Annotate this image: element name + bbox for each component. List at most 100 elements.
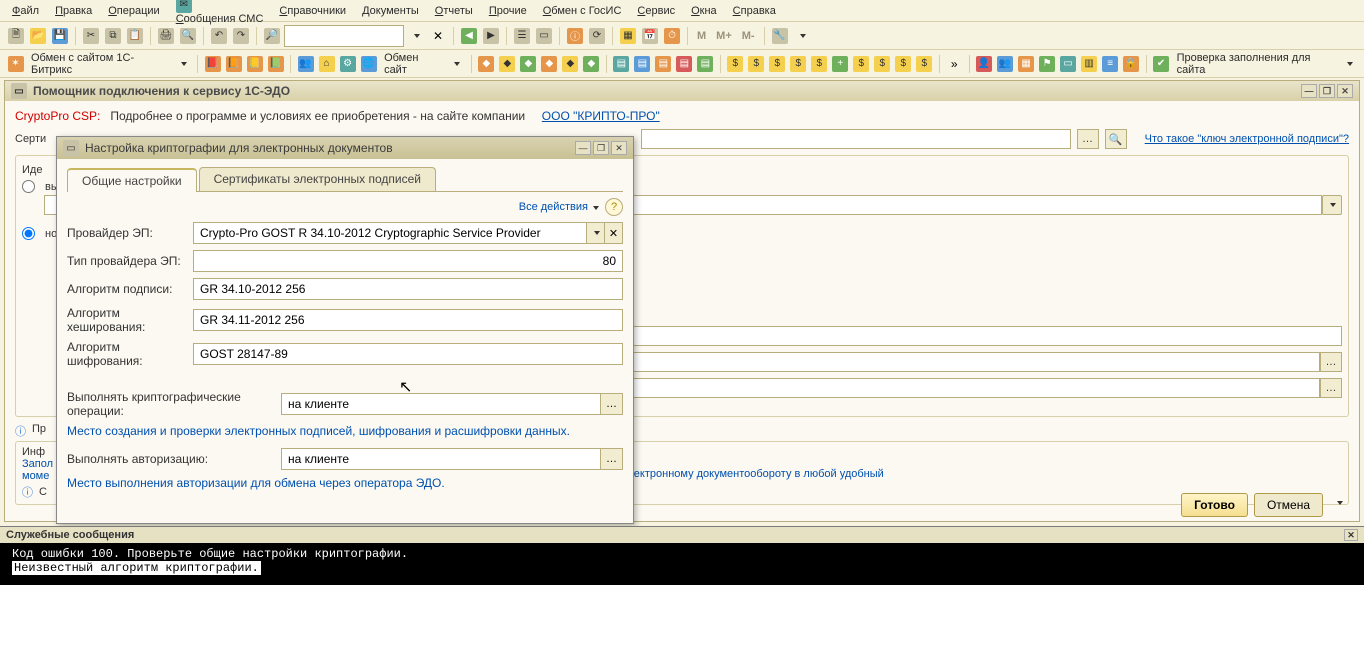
gear-icon[interactable]: ⚙: [338, 54, 357, 74]
fill-check-label[interactable]: Проверка заполнения для сайта: [1173, 52, 1338, 76]
money-icon-4[interactable]: $: [789, 54, 808, 74]
sign-algo-field[interactable]: [193, 278, 623, 300]
what-is-key-link[interactable]: Что такое "ключ электронной подписи"?: [1145, 133, 1349, 145]
book2-icon[interactable]: 📙: [224, 54, 243, 74]
menu-item-3[interactable]: ✉Сообщения СМС: [172, 0, 268, 27]
paste-icon[interactable]: 📋: [125, 26, 145, 46]
undo-icon[interactable]: ↶: [209, 26, 229, 46]
memory-m-label[interactable]: M: [693, 30, 710, 42]
doc-icon-5[interactable]: ▤: [696, 54, 715, 74]
money-icon-7[interactable]: $: [852, 54, 871, 74]
certificate-input[interactable]: [641, 129, 1071, 149]
event-icon[interactable]: ⏱: [662, 26, 682, 46]
people-icon[interactable]: 👥: [296, 54, 315, 74]
provider-input[interactable]: [200, 225, 580, 241]
maximize-button[interactable]: ❐: [1319, 84, 1335, 98]
menu-item-2[interactable]: Операции: [104, 3, 163, 19]
crypto-ops-field[interactable]: [281, 393, 601, 415]
certificate-browse-button[interactable]: …: [1077, 129, 1099, 149]
book3-icon[interactable]: 📒: [245, 54, 264, 74]
doc-icon-2[interactable]: ▤: [633, 54, 652, 74]
bitrix-label[interactable]: Обмен с сайтом 1С-Битрикс: [27, 52, 171, 76]
find-icon[interactable]: 🔎: [262, 26, 282, 46]
hash-algo-field[interactable]: [193, 309, 623, 331]
navigate-back-icon[interactable]: ◀: [459, 26, 479, 46]
enc-algo-input[interactable]: [200, 346, 616, 362]
settings-icon[interactable]: 🔧: [770, 26, 790, 46]
provider-clear-button[interactable]: ✕: [605, 222, 623, 244]
enc-algo-field[interactable]: [193, 343, 623, 365]
tree-icon[interactable]: ☰: [512, 26, 532, 46]
money-icon-10[interactable]: $: [915, 54, 934, 74]
menu-item-4[interactable]: Справочники: [275, 3, 350, 19]
money-icon-3[interactable]: $: [768, 54, 787, 74]
copy-icon[interactable]: ⧉: [103, 26, 123, 46]
tab-certificates[interactable]: Сертификаты электронных подписей: [199, 167, 436, 191]
memory-mminus-label[interactable]: M-: [738, 30, 759, 42]
certificate-search-button[interactable]: 🔍: [1105, 129, 1127, 149]
cancel-button[interactable]: Отмена: [1254, 493, 1323, 517]
radio-existing[interactable]: [22, 180, 35, 193]
flag-icon[interactable]: ⚑: [1038, 54, 1057, 74]
minimize-button[interactable]: —: [1301, 84, 1317, 98]
provider-field[interactable]: [193, 222, 587, 244]
menu-item-1[interactable]: Правка: [51, 3, 96, 19]
doc-icon-1[interactable]: ▤: [612, 54, 631, 74]
all-actions-link[interactable]: Все действия: [519, 201, 599, 213]
color-icon-1[interactable]: ◆: [477, 54, 496, 74]
ready-button[interactable]: Готово: [1181, 493, 1248, 517]
tab-general[interactable]: Общие настройки: [67, 168, 197, 192]
list-icon[interactable]: ≡: [1101, 54, 1120, 74]
save-icon[interactable]: 💾: [50, 26, 70, 46]
chevron-right-icon[interactable]: »: [945, 54, 964, 74]
card-icon[interactable]: ▭: [1059, 54, 1078, 74]
menu-item-8[interactable]: Обмен с ГосИС: [539, 3, 626, 19]
people2-icon[interactable]: 👥: [996, 54, 1015, 74]
field-3-browse-button[interactable]: …: [1320, 378, 1342, 398]
open-folder-icon[interactable]: 📂: [28, 26, 48, 46]
exchange-site-label[interactable]: Обмен сайт: [380, 52, 445, 76]
lock-icon[interactable]: 🔒: [1122, 54, 1141, 74]
service-messages-close-button[interactable]: ✕: [1344, 529, 1358, 541]
stack-icon[interactable]: ▦: [1017, 54, 1036, 74]
bitrix-dropdown[interactable]: [173, 54, 192, 74]
crypto-settings-titlebar[interactable]: ▭ Настройка криптографии для электронных…: [57, 137, 633, 159]
color-icon-2[interactable]: ◆: [498, 54, 517, 74]
money-icon-5[interactable]: $: [810, 54, 829, 74]
crypto-ops-input[interactable]: [288, 396, 594, 412]
menu-item-9[interactable]: Сервис: [633, 3, 679, 19]
stamp-icon[interactable]: ⌂: [317, 54, 336, 74]
book4-icon[interactable]: 📗: [266, 54, 285, 74]
window-icon[interactable]: ▭: [534, 26, 554, 46]
cancel-dropdown[interactable]: [1329, 493, 1349, 513]
redo-icon[interactable]: ↷: [231, 26, 251, 46]
menu-item-10[interactable]: Окна: [687, 3, 721, 19]
settings-dropdown[interactable]: [792, 26, 812, 46]
menu-item-11[interactable]: Справка: [729, 3, 780, 19]
chart-icon[interactable]: ▥: [1080, 54, 1099, 74]
provider-dropdown-button[interactable]: [587, 222, 605, 244]
provider-type-field[interactable]: [193, 250, 623, 272]
color-icon-3[interactable]: ◆: [519, 54, 538, 74]
color-icon-5[interactable]: ◆: [561, 54, 580, 74]
auth-browse-button[interactable]: …: [601, 448, 623, 470]
money-icon-2[interactable]: $: [747, 54, 766, 74]
modal-maximize-button[interactable]: ❐: [593, 141, 609, 155]
money-icon-8[interactable]: $: [873, 54, 892, 74]
hash-algo-input[interactable]: [200, 312, 616, 328]
exchange-site-icon[interactable]: 🌐: [359, 54, 378, 74]
person-red-icon[interactable]: 👤: [975, 54, 994, 74]
new-document-icon[interactable]: 🗎: [6, 26, 26, 46]
main-menu-bar[interactable]: ФайлПравкаОперации✉Сообщения СМССправочн…: [0, 0, 1364, 22]
print-preview-icon[interactable]: 🔍: [178, 26, 198, 46]
color-icon-4[interactable]: ◆: [540, 54, 559, 74]
info-icon[interactable]: ⓘ: [565, 26, 585, 46]
search-field[interactable]: [284, 25, 404, 47]
book1-icon[interactable]: 📕: [203, 54, 222, 74]
existing-dropdown[interactable]: [1322, 195, 1342, 215]
address-browse-button[interactable]: …: [1320, 352, 1342, 372]
navigate-forward-icon[interactable]: ▶: [481, 26, 501, 46]
help-icon[interactable]: ?: [605, 198, 623, 216]
money-icon-6[interactable]: +: [831, 54, 850, 74]
crypto-ops-browse-button[interactable]: …: [601, 393, 623, 415]
